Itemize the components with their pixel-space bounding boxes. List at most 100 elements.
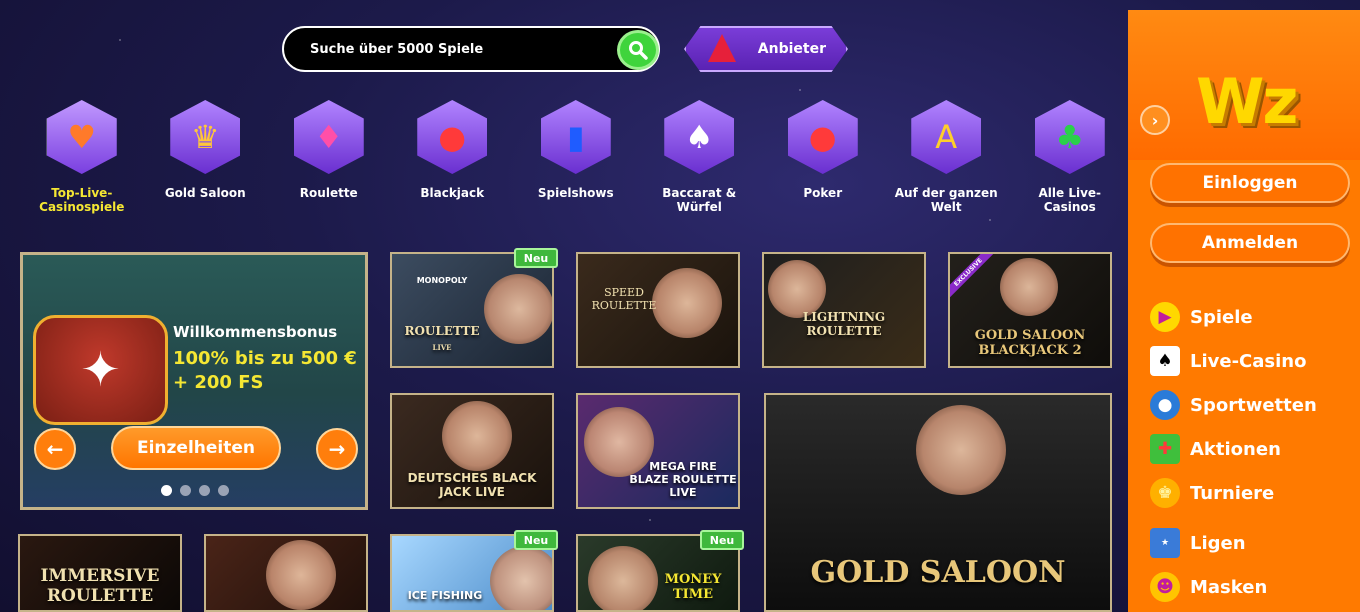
exclusive-ribbon: EXCLUSIVE [950,254,995,299]
dealer-image [916,405,1006,495]
brand-logo[interactable]: Wz [1196,65,1298,138]
heart-icon: ♥ [46,100,117,174]
category-label: Top-Live-Casinospiele [39,186,125,214]
globe-letters-icon: A [911,100,982,174]
collapse-sidebar-button[interactable]: › [1140,105,1170,135]
search-placeholder: Suche über 5000 Spiele [310,41,484,57]
sidebar-item-label: Spiele [1190,306,1253,328]
sidebar-item-live-casino[interactable]: ♠ Live-Casino [1150,339,1317,383]
category-label: Roulette [299,186,358,200]
search-input[interactable]: Suche über 5000 Spiele [282,26,660,72]
flag-icon [708,34,736,62]
carousel-dot[interactable] [199,485,210,496]
category-label: Alle Live-Casinos [1038,186,1102,214]
dealer-image [266,540,336,610]
sidebar-item-spiele[interactable]: ▶ Spiele [1150,295,1317,339]
carousel-dots [161,485,229,496]
game-tile-blackjack-dealer[interactable] [204,534,368,612]
prev-slide-button[interactable]: ← [34,428,76,470]
sidebar-item-label: Sportwetten [1190,394,1317,416]
sidebar-item-aktionen[interactable]: ✚ Aktionen [1150,427,1317,471]
sidebar: Wz › Einloggen Anmelden ▶ Spiele ♠ Live-… [1128,10,1360,612]
game-tile-mega-roulette[interactable]: MEGA FIRE BLAZE ROULETTE LIVE [576,393,740,509]
play-icon: ▶ [1150,302,1180,332]
category-baccarat[interactable]: ♠ Baccarat & Würfel [638,100,762,214]
sidebar-item-label: Ligen [1190,532,1246,554]
sidebar-item-sportwetten[interactable]: ● Sportwetten [1150,383,1317,427]
next-slide-button[interactable]: → [316,428,358,470]
dealer-image [490,546,552,610]
game-title: ROULETTE [404,324,480,338]
search-button[interactable] [617,30,659,70]
login-button[interactable]: Einloggen [1150,163,1350,203]
sidebar-item-ligen[interactable]: ★ Ligen [1150,521,1317,565]
carousel-dot[interactable] [161,485,172,496]
mask-icon: ☻ [1150,572,1180,602]
sidebar-item-masken[interactable]: ☻ Masken [1150,565,1317,609]
game-title: ICE FISHING [407,589,483,602]
game-title: MEGA FIRE BLAZE ROULETTE LIVE [629,460,737,499]
category-nav: ♥ Top-Live-Casinospiele ♛ Gold Saloon ♦ … [20,100,1132,214]
trophy-icon: ♚ [1150,478,1180,508]
top-hat-icon: ▮ [540,100,611,174]
register-button[interactable]: Anmelden [1150,223,1350,263]
bonus-title: Willkommensbonus [173,323,338,341]
gift-icon: ✚ [1150,434,1180,464]
arrow-right-icon: → [328,437,346,461]
details-button[interactable]: Einzelheiten [111,426,281,470]
category-roulette[interactable]: ♦ Roulette [267,100,391,214]
category-gameshows[interactable]: ▮ Spielshows [514,100,638,214]
game-title: GOLD SALOON BLACKJACK 2 [974,328,1086,358]
category-gold-saloon[interactable]: ♛ Gold Saloon [144,100,268,214]
category-worldwide[interactable]: A Auf der ganzen Welt [885,100,1009,214]
game-subtitle: LIVE [432,343,452,352]
arrow-left-icon: ← [46,437,64,461]
game-tile-gold-saloon-blackjack[interactable]: EXCLUSIVE GOLD SALOON BLACKJACK 2 [948,252,1112,368]
category-label: Blackjack [420,186,485,200]
carousel-dot[interactable] [218,485,229,496]
category-label: Poker [803,186,843,200]
poker-chips-icon: ● [787,100,858,174]
provider-button[interactable]: Anbieter [684,26,848,72]
category-poker[interactable]: ● Poker [761,100,885,214]
game-tile-lightning-roulette[interactable]: LIGHTNING ROULETTE [762,252,926,368]
treasure-chest-icon: ✦ [33,315,168,425]
game-tile-gold-saloon[interactable]: GOLD SALOON [764,393,1112,612]
sidebar-item-label: Masken [1190,576,1268,598]
dealer-image [442,401,512,471]
carousel-dot[interactable] [180,485,191,496]
game-tile-speed-roulette[interactable]: SPEED ROULETTE [576,252,740,368]
sidebar-menu: ▶ Spiele ♠ Live-Casino ● Sportwetten ✚ A… [1150,295,1317,609]
football-icon: ● [1150,390,1180,420]
cards-icon: ♠ [1150,346,1180,376]
game-title: DEUTSCHES BLACK JACK LIVE [407,471,537,499]
diamond-icon: ♦ [293,100,364,174]
game-tile-deutsches-blackjack[interactable]: DEUTSCHES BLACK JACK LIVE [390,393,554,509]
category-blackjack[interactable]: ● Blackjack [391,100,515,214]
game-logo-top: MONOPOLY [416,276,468,285]
category-label: Spielshows [537,186,614,200]
crown-icon: ♛ [170,100,241,174]
new-badge: Neu [514,248,558,268]
sidebar-item-label: Live-Casino [1190,350,1307,372]
category-top-live[interactable]: ♥ Top-Live-Casinospiele [20,100,144,214]
game-title: MONEY TIME [664,572,722,602]
sidebar-item-turniere[interactable]: ♚ Turniere [1150,471,1317,515]
dealer-image [1000,258,1058,316]
spade-card-icon: ♠ [664,100,735,174]
sidebar-item-label: Aktionen [1190,438,1281,460]
game-tile-immersive-roulette[interactable]: IMMERSIVE ROULETTE [18,534,182,612]
category-all-live[interactable]: ♣ Alle Live-Casinos [1008,100,1132,214]
search-icon [629,41,648,60]
game-tile-monopoly-roulette[interactable]: MONOPOLY ROULETTE LIVE [390,252,554,368]
new-badge: Neu [514,530,558,550]
game-title: LIGHTNING ROULETTE [802,310,886,338]
dealer-image [484,274,552,344]
category-label: Baccarat & Würfel [662,186,737,214]
welcome-bonus-banner: ✦ Willkommensbonus 100% bis zu 500 € + 2… [20,252,368,510]
league-new-icon: ★ [1150,528,1180,558]
provider-label: Anbieter [757,41,826,57]
club-icon: ♣ [1034,100,1105,174]
bonus-subtitle: 100% bis zu 500 € + 200 FS [173,348,357,393]
category-label: Auf der ganzen Welt [894,186,998,214]
